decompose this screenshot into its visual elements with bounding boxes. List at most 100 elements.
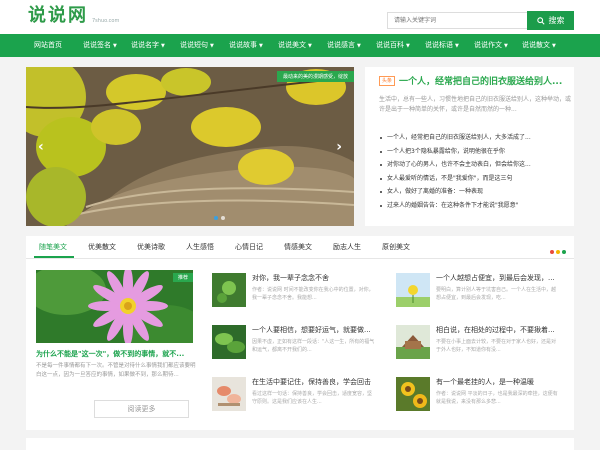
- slider-dot[interactable]: [214, 216, 218, 220]
- nav-item-signature[interactable]: 说说签名 ▼: [83, 34, 117, 57]
- main-nav: 网站首页 说说签名 ▼ 说说名字 ▼ 说说短句 ▼ 说说故事 ▼ 说说美文 ▼ 说说感言 ▼…: [0, 34, 600, 57]
- search-button-label: 搜索: [548, 16, 565, 25]
- tab-active-indicator: [34, 256, 74, 258]
- list-item[interactable]: 女人，做好了离婚的准备：一种表现: [379, 185, 571, 199]
- caret-down-icon: ▼: [113, 43, 117, 49]
- article-card[interactable]: 在生活中要记住，保持善良，学会回击 看过这样一句话：保持善良，学会回击，适度宽容…: [206, 374, 380, 414]
- feature-summary: 不是每一件事情都有下一次。不管是对待什么事情我们都应该要明白这一点，因为一旦答应…: [36, 363, 196, 378]
- nav-item-wiki[interactable]: 说说百科 ▼: [376, 34, 410, 57]
- card-image: [396, 325, 430, 359]
- article-card[interactable]: 有一个最老挂的人，是一种温暖 作者：说说网 平淡的日子，也是我最深的牵挂，这便有…: [390, 374, 564, 414]
- card-title[interactable]: 一个人越想占便宜，到最后会发现，...: [436, 273, 560, 283]
- logo-domain: 7shuo.com: [92, 18, 120, 24]
- color-dot: [550, 250, 554, 254]
- search-input[interactable]: [387, 12, 528, 29]
- card-image: [396, 273, 430, 307]
- tab-emotion[interactable]: 情感美文: [284, 236, 312, 259]
- nav-item-essays[interactable]: 说说美文 ▼: [278, 34, 312, 57]
- caret-down-icon: ▼: [552, 43, 556, 49]
- nav-label: 说说故事: [229, 41, 257, 49]
- headline[interactable]: 头条 一个人，经常把自己的旧衣服送给别人...: [379, 74, 569, 87]
- card-title[interactable]: 有一个最老挂的人，是一种温暖: [436, 377, 560, 387]
- nav-item-stories[interactable]: 说说故事 ▼: [229, 34, 263, 57]
- card-image: [212, 273, 246, 307]
- slider-image: [26, 67, 354, 226]
- nav-label: 说说标语: [425, 41, 453, 49]
- category-tabs: 随笔美文 优美散文 优美诗歌 人生感悟 心情日记 情感美文 励志人生 原创美文: [26, 236, 574, 259]
- card-thumbnail: [396, 377, 430, 411]
- search-icon: [536, 16, 545, 25]
- feature-image[interactable]: 推荐: [36, 270, 193, 343]
- tab-diary[interactable]: 心情日记: [235, 236, 263, 259]
- caret-down-icon: ▼: [308, 43, 312, 49]
- caret-down-icon: ▼: [357, 43, 361, 49]
- list-item[interactable]: 过来人的婚姻告告：在这种条件下才能说"我愿意": [379, 199, 571, 213]
- article-card[interactable]: 相白说，在相处的过程中，不要揪着... 不要在小事上面去计较，不要在对于家人也好…: [390, 322, 564, 362]
- card-title[interactable]: 在生活中要记住，保持善良，学会回击: [252, 377, 376, 387]
- article-card[interactable]: 一个人越想占便宜，到最后会发现，... 要明白，算计别人等于坑害自己。一个人在生…: [390, 270, 564, 310]
- tab-life[interactable]: 人生感悟: [186, 236, 214, 259]
- flower-image: [36, 270, 193, 343]
- nav-item-remarks[interactable]: 说说感言 ▼: [327, 34, 361, 57]
- logo-text: 说说网: [28, 5, 88, 26]
- tab-original[interactable]: 原创美文: [382, 236, 410, 259]
- caret-down-icon: ▼: [161, 43, 165, 49]
- site-logo[interactable]: 说说网 7shuo.com: [28, 5, 119, 27]
- headline-title[interactable]: 一个人，经常把自己的旧衣服送给别人...: [399, 74, 562, 87]
- list-item[interactable]: 一个人，经常把自己的旧衣服送给别人，大多活成了...: [379, 131, 571, 145]
- feature-tag: 推荐: [172, 273, 193, 282]
- nav-label: 说说名字: [131, 41, 159, 49]
- nav-label: 说说百科: [376, 41, 404, 49]
- nav-item-prose[interactable]: 说说散文 ▼: [522, 34, 556, 57]
- caret-down-icon: ▼: [406, 43, 410, 49]
- slider-prev-icon[interactable]: ‹: [38, 139, 44, 155]
- article-card[interactable]: 一个人要相信，想要好运气，就要做... 因果不虚，正如有这样一段话："人这一生，…: [206, 322, 380, 362]
- color-dot: [556, 250, 560, 254]
- feature-title[interactable]: 为什么不能是"这一次"，做不到的事情，就不...: [36, 349, 196, 359]
- slide-caption: 最动来的美的漫期感受，绽放: [276, 71, 354, 82]
- slider-next-icon[interactable]: ›: [336, 139, 342, 155]
- list-item[interactable]: 一个人把3个隐私暴露给你，说明他很在乎你: [379, 145, 571, 159]
- card-image: [396, 377, 430, 411]
- card-image: [212, 377, 246, 411]
- card-summary: 看过这样一句话：保持善良，学会回击，适度宽容，坚守原则。这是我们应该在人生...: [252, 391, 373, 405]
- headline-badge: 头条: [379, 75, 396, 86]
- nav-item-slogans[interactable]: 说说标语 ▼: [425, 34, 459, 57]
- search-button[interactable]: 搜索: [527, 11, 574, 30]
- card-thumbnail: [212, 273, 246, 307]
- card-summary: 要明白，算计别人等于坑害自己。一个人在生活中，越想占便宜，到最后会发现，吃...: [436, 287, 557, 301]
- card-title[interactable]: 对你，我一辈子念念不舍: [252, 273, 376, 283]
- list-item[interactable]: 对你动了心的男人，也许不会主动表白，但会给你这...: [379, 158, 571, 172]
- tab-prose[interactable]: 优美散文: [88, 236, 116, 259]
- nav-item-compositions[interactable]: 说说作文 ▼: [474, 34, 508, 57]
- tab-poetry[interactable]: 优美诗歌: [137, 236, 165, 259]
- slider-dot[interactable]: [221, 216, 225, 220]
- header: 说说网 7shuo.com 搜索: [0, 0, 600, 34]
- card-thumbnail: [396, 325, 430, 359]
- headline-panel: 头条 一个人，经常把自己的旧衣服送给别人... 生活中，总有一些人，习惯性地把自…: [365, 67, 574, 226]
- caret-down-icon: ▼: [210, 43, 214, 49]
- card-title[interactable]: 相白说，在相处的过程中，不要揪着...: [436, 325, 560, 335]
- nav-item-short[interactable]: 说说短句 ▼: [180, 34, 214, 57]
- tab-dots: [550, 250, 566, 254]
- nav-item-names[interactable]: 说说名字 ▼: [131, 34, 165, 57]
- nav-label: 说说散文: [522, 41, 550, 49]
- nav-label: 说说作文: [474, 41, 502, 49]
- tab-inspiration[interactable]: 励志人生: [333, 236, 361, 259]
- card-title[interactable]: 一个人要相信，想要好运气，就要做...: [252, 325, 376, 335]
- nav-item-home[interactable]: 网站首页: [34, 34, 62, 57]
- next-section-edge: [26, 438, 574, 450]
- hero-slider[interactable]: 最动来的美的漫期感受，绽放 ‹ ›: [26, 67, 354, 226]
- nav-label: 说说美文: [278, 41, 306, 49]
- read-more-button[interactable]: 阅读更多: [94, 400, 189, 418]
- article-card[interactable]: 对你，我一辈子念念不舍 作者：说说网 时间不能改变你在我心中的位置，对你，我一辈…: [206, 270, 380, 310]
- color-dot: [562, 250, 566, 254]
- list-item[interactable]: 女人最爱听的情话，不是"我爱你"，而是这三句: [379, 172, 571, 186]
- card-summary: 因果不虚，正如有这样一段话："人这一生，所有的福气和运气，都离不开我们的...: [252, 339, 375, 353]
- card-summary: 作者：说说网 平淡的日子，也是我最深的牵挂，这便有就是我说，来没有那么多悲...: [436, 391, 558, 405]
- card-thumbnail: [212, 377, 246, 411]
- caret-down-icon: ▼: [455, 43, 459, 49]
- caret-down-icon: ▼: [504, 43, 508, 49]
- slider-dots: [214, 216, 225, 220]
- caret-down-icon: ▼: [259, 43, 263, 49]
